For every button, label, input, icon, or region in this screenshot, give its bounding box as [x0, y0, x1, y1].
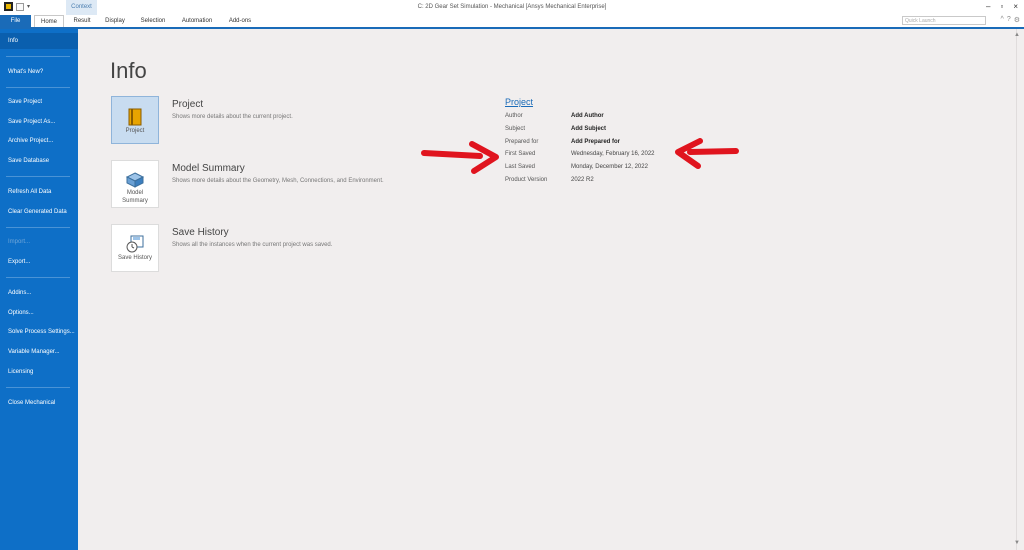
sidebar-item-save-project-as[interactable]: Save Project As...: [0, 114, 78, 130]
prop-label-prepared-for: Prepared for: [505, 139, 539, 145]
sidebar-item-save-database[interactable]: Save Database: [0, 153, 78, 169]
sidebar-item-variable-manager[interactable]: Variable Manager...: [0, 344, 78, 360]
model-summary-card-icon-label: Model Summary: [122, 190, 148, 204]
tab-file[interactable]: File: [0, 15, 31, 27]
tab-home[interactable]: Home: [34, 15, 64, 27]
annotation-arrow-right-icon: [421, 141, 499, 174]
tab-automation[interactable]: Automation: [178, 15, 216, 27]
sidebar-item-solve-process-settings[interactable]: Solve Process Settings...: [0, 324, 78, 340]
sidebar-divider: [6, 56, 70, 57]
settings-gear-icon[interactable]: ⚙: [1014, 16, 1020, 24]
cube-icon: [125, 172, 145, 188]
book-icon: [128, 108, 142, 126]
sidebar-item-licensing[interactable]: Licensing: [0, 364, 78, 380]
page-title: Info: [110, 58, 147, 83]
annotation-arrow-left-icon: [675, 138, 739, 169]
model-summary-card-title: Model Summary: [172, 163, 245, 174]
sidebar-item-save-project[interactable]: Save Project: [0, 94, 78, 110]
prop-label-author: Author: [505, 113, 523, 119]
prop-value-first-saved: Wednesday, February 16, 2022: [571, 151, 655, 157]
minimize-icon[interactable]: –: [986, 2, 990, 11]
quick-launch-input[interactable]: Quick Launch: [902, 16, 986, 25]
sidebar-divider: [6, 387, 70, 388]
model-summary-card-desc: Shows more details about the Geometry, M…: [172, 178, 384, 184]
tab-add-ons[interactable]: Add-ons: [225, 15, 255, 27]
sidebar-item-export[interactable]: Export...: [0, 254, 78, 270]
prop-label-last-saved: Last Saved: [505, 164, 536, 170]
project-properties-heading[interactable]: Project: [505, 97, 533, 107]
ribbon-right-icons: ^ ? ⚙: [1001, 16, 1020, 24]
sidebar-item-import: Import...: [8, 239, 31, 245]
prop-value-prepared-for[interactable]: Add Prepared for: [571, 139, 620, 145]
sidebar-item-info[interactable]: Info: [0, 33, 78, 49]
sidebar-divider: [6, 277, 70, 278]
window-title: C: 2D Gear Set Simulation - Mechanical […: [417, 4, 607, 10]
tab-selection[interactable]: Selection: [137, 15, 169, 27]
sidebar-item-options[interactable]: Options...: [0, 305, 78, 321]
scroll-up-icon[interactable]: ▲: [1014, 32, 1020, 38]
save-history-icon: [126, 235, 144, 253]
prop-value-last-saved: Monday, December 12, 2022: [571, 164, 648, 170]
sidebar-item-close-mechanical[interactable]: Close Mechanical: [0, 395, 78, 411]
prop-label-product-version: Product Version: [505, 177, 548, 183]
sidebar-item-clear-generated-data[interactable]: Clear Generated Data: [0, 204, 78, 220]
prop-value-author[interactable]: Add Author: [571, 113, 604, 119]
scroll-down-icon[interactable]: ▼: [1014, 540, 1020, 546]
vertical-scrollbar[interactable]: [1016, 29, 1017, 550]
prop-value-subject[interactable]: Add Subject: [571, 126, 606, 132]
save-history-card-button[interactable]: Save History: [111, 224, 159, 272]
model-summary-card-button[interactable]: Model Summary: [111, 160, 159, 208]
project-card-desc: Shows more details about the current pro…: [172, 114, 293, 120]
restore-icon[interactable]: ▫: [1000, 2, 1003, 11]
sidebar-item-addins[interactable]: Addins...: [0, 285, 78, 301]
sidebar-divider: [6, 87, 70, 88]
prop-label-subject: Subject: [505, 126, 526, 132]
project-card-icon-label: Project: [125, 128, 145, 134]
save-history-card-desc: Shows all the instances when the current…: [172, 242, 333, 248]
save-history-card-title: Save History: [172, 227, 229, 238]
sidebar-divider: [6, 176, 70, 177]
tab-result[interactable]: Result: [70, 15, 94, 27]
tab-display[interactable]: Display: [102, 15, 128, 27]
project-card-title: Project: [172, 99, 204, 110]
collapse-ribbon-icon[interactable]: ^: [1001, 16, 1004, 24]
close-icon[interactable]: ×: [1013, 2, 1018, 11]
backstage-sidebar: Info What's New? Save Project Save Proje…: [0, 29, 78, 550]
ribbon-tab-bar: File Home Result Display Selection Autom…: [0, 15, 1024, 29]
sidebar-item-refresh-all-data[interactable]: Refresh All Data: [0, 184, 78, 200]
help-icon[interactable]: ?: [1007, 16, 1011, 24]
sidebar-divider: [6, 227, 70, 228]
sidebar-item-whats-new[interactable]: What's New?: [0, 64, 78, 80]
prop-label-first-saved: First Saved: [505, 151, 536, 157]
sidebar-item-archive-project[interactable]: Archive Project...: [0, 133, 78, 149]
window-controls: – ▫ ×: [986, 2, 1018, 11]
title-bar: ▾ Context C: 2D Gear Set Simulation - Me…: [0, 0, 1024, 15]
save-history-card-icon-label: Save History: [117, 255, 152, 261]
project-card-button[interactable]: Project: [111, 96, 159, 144]
prop-value-product-version: 2022 R2: [571, 177, 594, 183]
